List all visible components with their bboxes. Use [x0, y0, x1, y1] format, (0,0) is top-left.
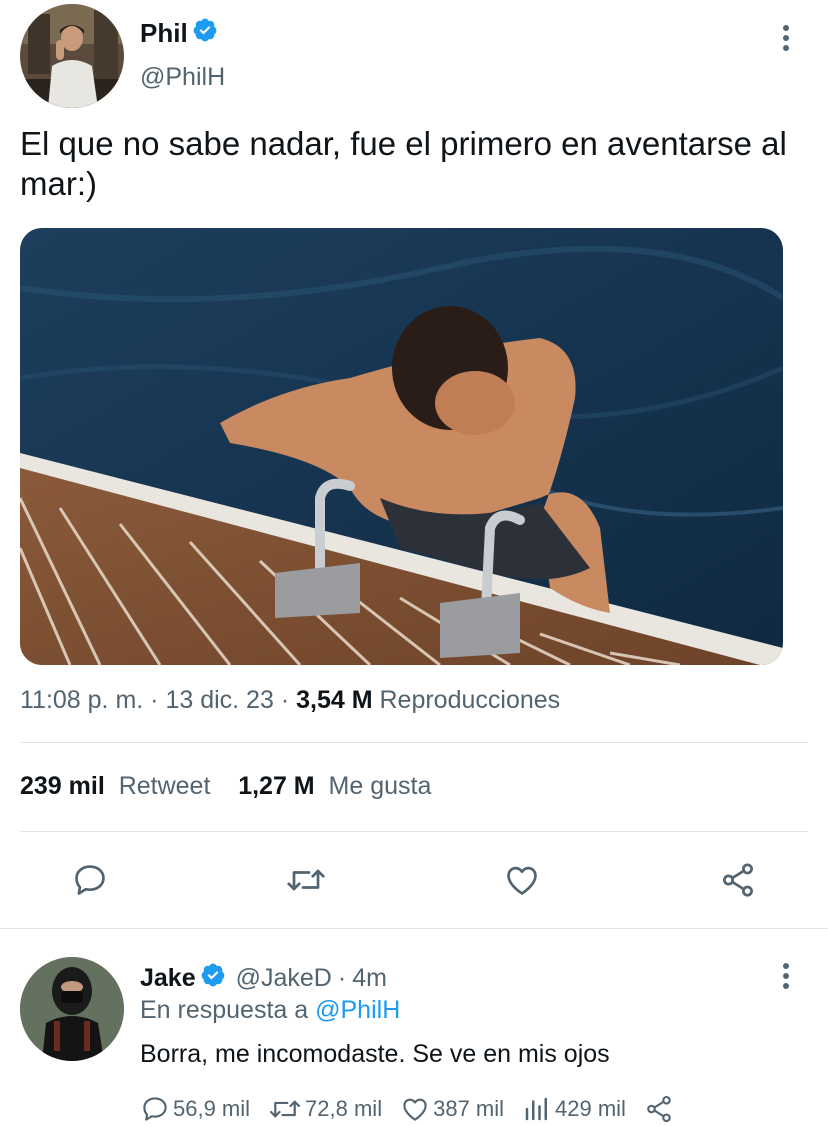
- divider: [0, 928, 828, 929]
- retweet-icon: [269, 1100, 301, 1118]
- reply-retweet-button[interactable]: 72,8 mil: [268, 1094, 382, 1124]
- reply-bubble-icon: [143, 1097, 167, 1121]
- replying-to-label: En respuesta a: [140, 996, 309, 1024]
- views-count: 3,54 M: [296, 686, 373, 714]
- tweet-stats: 239 mil Retweet 1,27 M Me gusta: [20, 772, 431, 801]
- tweet-photo[interactable]: [20, 228, 783, 665]
- reply-author-handle[interactable]: @JakeD: [236, 964, 332, 993]
- reply-reply-button[interactable]: 56,9 mil: [140, 1094, 250, 1124]
- tweet-text: El que no sabe nadar, fue el primero en …: [20, 125, 787, 202]
- views-bars-icon: [525, 1097, 548, 1121]
- replying-to-line: En respuesta a @PhilH: [140, 996, 400, 1025]
- reply-text: Borra, me incomodaste. Se ve en mis ojos: [140, 1040, 610, 1068]
- reply-more-options-button[interactable]: [772, 960, 800, 992]
- reply-share-button[interactable]: [644, 1094, 677, 1124]
- replying-to-handle[interactable]: @PhilH: [315, 996, 400, 1024]
- reply-time-separator: ·: [337, 963, 347, 992]
- reply-views-count: 429 mil: [555, 1096, 626, 1121]
- tweet-time[interactable]: 11:08 p. m.: [20, 686, 143, 714]
- reply-like-button[interactable]: 387 mil: [400, 1094, 504, 1124]
- verified-badge-icon: [192, 17, 218, 50]
- retweet-icon: [287, 869, 325, 891]
- author-avatar[interactable]: [20, 4, 124, 108]
- author-name[interactable]: Phil: [140, 18, 188, 49]
- reply-bubble-icon: [75, 865, 105, 895]
- reply-replies-count: 56,9 mil: [173, 1096, 251, 1121]
- retweets-count: 239 mil: [20, 772, 105, 800]
- verified-badge-icon: [200, 962, 226, 995]
- share-icon: [647, 1095, 671, 1123]
- more-vertical-icon: [783, 25, 789, 51]
- more-vertical-icon: [783, 963, 789, 989]
- meta-separator: ·: [150, 686, 159, 714]
- reply-button[interactable]: [68, 858, 112, 902]
- tweet-date[interactable]: 13 dic. 23: [165, 686, 273, 714]
- divider: [20, 742, 808, 743]
- reply-likes-count: 387 mil: [433, 1096, 505, 1121]
- meta-separator: ·: [280, 686, 290, 714]
- retweets-stat[interactable]: 239 mil Retweet: [20, 772, 217, 800]
- reply-time[interactable]: 4m: [352, 964, 387, 993]
- divider: [20, 831, 808, 832]
- tweet-photo-image: [20, 228, 783, 665]
- reply-author-row: Jake @JakeD · 4m: [140, 962, 387, 994]
- author-avatar-image: [20, 4, 124, 108]
- reply-retweets-count: 72,8 mil: [305, 1096, 383, 1121]
- likes-label: Me gusta: [328, 772, 432, 800]
- share-button[interactable]: [716, 858, 760, 902]
- likes-count: 1,27 M: [238, 772, 315, 800]
- share-icon: [723, 863, 753, 897]
- reply-author-avatar-image: [20, 957, 124, 1061]
- reply-author-name[interactable]: Jake: [140, 964, 196, 993]
- likes-stat[interactable]: 1,27 M Me gusta: [238, 772, 431, 800]
- author-handle[interactable]: @PhilH: [140, 63, 225, 92]
- author-name-row: Phil: [140, 16, 218, 50]
- reply-author-avatar[interactable]: [20, 957, 124, 1061]
- retweets-label: Retweet: [118, 772, 211, 800]
- reply-views-button[interactable]: 429 mil: [522, 1094, 626, 1124]
- tweet-meta: 11:08 p. m. · 13 dic. 23 · 3,54 M Reprod…: [20, 686, 560, 715]
- heart-icon: [507, 866, 537, 895]
- heart-icon: [403, 1098, 427, 1121]
- reply-action-bar: 56,9 mil 72,8 mil 387 mil 429 mil: [140, 1094, 695, 1124]
- like-button[interactable]: [500, 858, 544, 902]
- retweet-button[interactable]: [284, 858, 328, 902]
- views-label: Reproducciones: [379, 686, 561, 714]
- more-options-button[interactable]: [772, 22, 800, 54]
